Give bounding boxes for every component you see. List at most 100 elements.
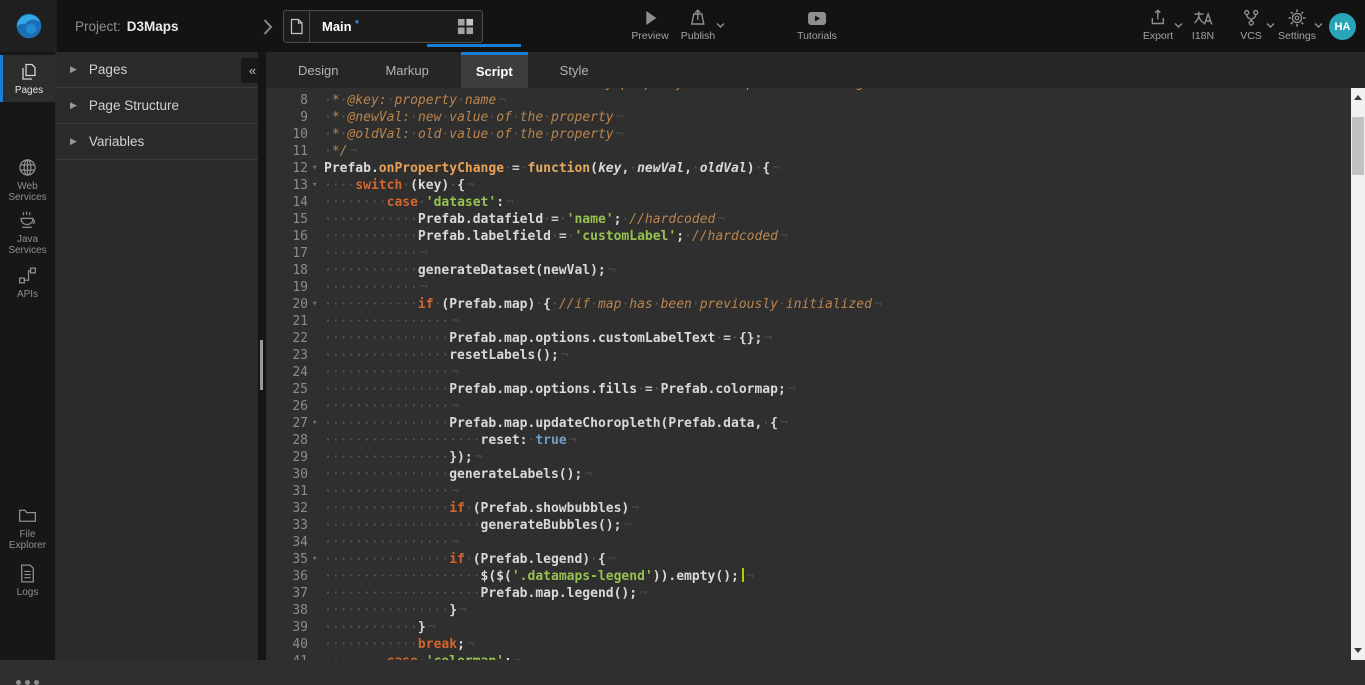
fold-arrow-icon[interactable] (308, 245, 324, 262)
fold-arrow-icon[interactable] (308, 619, 324, 636)
vcs-chevron-down-icon[interactable] (1266, 22, 1275, 29)
coffee-cup-icon (17, 210, 38, 231)
fold-arrow-icon[interactable] (308, 143, 324, 160)
code-line: 15 ············Prefab.datafield·=·'name'… (266, 211, 890, 228)
fold-arrow-icon[interactable] (308, 534, 324, 551)
fold-arrow-icon[interactable] (308, 568, 324, 585)
preview-button[interactable]: Preview (631, 8, 668, 42)
user-avatar[interactable]: HA (1329, 13, 1356, 40)
fold-arrow-icon[interactable]: ▾ (308, 415, 324, 432)
tutorials-button[interactable]: Tutorials (797, 8, 837, 42)
newline-mark: ¬ (764, 331, 772, 346)
fold-arrow-icon[interactable] (308, 432, 324, 449)
fold-arrow-icon[interactable] (308, 483, 324, 500)
fold-arrow-icon[interactable]: ▾ (308, 551, 324, 568)
settings-button[interactable]: Settings (1278, 8, 1316, 42)
scroll-up-arrow-icon[interactable] (1354, 95, 1362, 100)
page-tab-main[interactable]: Main * (283, 10, 483, 43)
code-line: 39 ············}¬ (266, 619, 890, 636)
fold-arrow-icon[interactable] (308, 126, 324, 143)
fold-arrow-icon[interactable] (308, 364, 324, 381)
rail-item-pages[interactable]: Pages (0, 55, 55, 102)
tab-script[interactable]: Script (461, 52, 528, 88)
fold-arrow-icon[interactable] (308, 585, 324, 602)
code-line: 11 ·*/¬ (266, 143, 890, 160)
code-line: 41 ········case·'colormap':¬ (266, 653, 890, 660)
fold-arrow-icon[interactable] (308, 211, 324, 228)
panel-section-page-structure[interactable]: ▶ Page Structure (55, 88, 258, 124)
fold-arrow-icon[interactable]: ▾ (308, 177, 324, 194)
publish-button[interactable]: Publish (681, 8, 715, 42)
line-number: 36 (266, 568, 308, 585)
editor-scrollbar[interactable] (1351, 88, 1365, 660)
line-number: 30 (266, 466, 308, 483)
newline-mark: ¬ (420, 246, 428, 261)
triangle-right-icon: ▶ (70, 64, 77, 75)
export-chevron-down-icon[interactable] (1174, 22, 1183, 29)
rail-item-file-explorer[interactable]: File Explorer (0, 505, 55, 551)
panel-scrollbar-thumb[interactable] (260, 340, 263, 390)
settings-chevron-down-icon[interactable] (1314, 22, 1323, 29)
grid-icon[interactable] (457, 18, 474, 35)
fold-arrow-icon[interactable] (308, 517, 324, 534)
language-icon (1192, 8, 1214, 28)
fold-arrow-icon[interactable] (308, 313, 324, 330)
script-editor[interactable]: 7 ·*·this·method·is·called·whenever·any·… (266, 88, 1351, 660)
fold-arrow-icon[interactable] (308, 194, 324, 211)
code-line: 27 ▾ ················Prefab.map.updateCh… (266, 415, 890, 432)
line-number: 19 (266, 279, 308, 296)
fold-arrow-icon[interactable] (308, 347, 324, 364)
newline-mark: ¬ (717, 212, 725, 227)
fold-arrow-icon[interactable] (308, 636, 324, 653)
fold-arrow-icon[interactable] (308, 279, 324, 296)
rail-item-web-services[interactable]: Web Services (0, 157, 55, 203)
fold-arrow-icon[interactable] (308, 466, 324, 483)
fold-arrow-icon[interactable] (308, 381, 324, 398)
line-number: 11 (266, 143, 308, 160)
code-line: 33 ····················generateBubbles()… (266, 517, 890, 534)
project-breadcrumb: Project: D3Maps (75, 0, 179, 52)
code-line: 35 ▾ ················if·(Prefab.legend)·… (266, 551, 890, 568)
rail-item-apis[interactable]: APIs (0, 265, 55, 300)
tab-markup[interactable]: Markup (370, 52, 443, 88)
fold-arrow-icon[interactable] (308, 602, 324, 619)
publish-chevron-down-icon[interactable] (716, 22, 725, 29)
line-number: 16 (266, 228, 308, 245)
line-number: 8 (266, 92, 308, 109)
fold-arrow-icon[interactable]: ▾ (308, 160, 324, 177)
fold-arrow-icon[interactable] (308, 330, 324, 347)
more-options-button[interactable] (0, 680, 55, 685)
editor-scrollbar-thumb[interactable] (1352, 117, 1364, 175)
tab-style[interactable]: Style (545, 52, 604, 88)
i18n-button[interactable]: I18N (1192, 8, 1214, 42)
fold-arrow-icon[interactable]: ▾ (308, 296, 324, 313)
unsaved-marker: * (355, 17, 360, 31)
fold-arrow-icon[interactable] (308, 109, 324, 126)
code-line: 10 ·*·@oldVal:·old·value·of·the·property… (266, 126, 890, 143)
youtube-icon (806, 8, 828, 28)
active-page-indicator (427, 44, 521, 47)
fold-arrow-icon[interactable] (308, 653, 324, 660)
scroll-down-arrow-icon[interactable] (1354, 648, 1362, 653)
fold-arrow-icon[interactable] (308, 398, 324, 415)
fold-arrow-icon[interactable] (308, 92, 324, 109)
panel-section-pages[interactable]: ▶ Pages (55, 52, 258, 88)
newline-mark: ¬ (623, 518, 631, 533)
rail-item-logs[interactable]: Logs (0, 563, 55, 598)
fold-arrow-icon[interactable] (308, 449, 324, 466)
newline-mark: ¬ (746, 569, 754, 584)
vcs-button[interactable]: VCS (1240, 8, 1262, 42)
fold-arrow-icon[interactable] (308, 228, 324, 245)
panel-scrollbar[interactable] (258, 52, 266, 660)
tab-design[interactable]: Design (283, 52, 353, 88)
panel-section-variables[interactable]: ▶ Variables (55, 124, 258, 160)
newline-mark: ¬ (420, 280, 428, 295)
code-line: 17 ············¬ (266, 245, 890, 262)
rail-item-java-services[interactable]: Java Services (0, 210, 55, 256)
app-logo[interactable] (0, 0, 57, 52)
fold-arrow-icon[interactable] (308, 262, 324, 279)
fold-arrow-icon[interactable] (308, 500, 324, 517)
export-button[interactable]: Export (1143, 8, 1173, 42)
export-icon (1148, 8, 1168, 28)
newline-mark: ¬ (451, 365, 459, 380)
